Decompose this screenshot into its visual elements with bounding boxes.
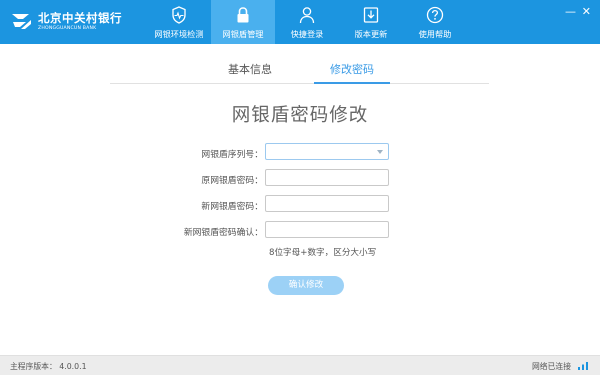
bank-name-en: ZHONGGUANCUN BANK [38,25,97,31]
bank-logo: 北京中关村银行 ZHONGGUANCUN BANK [9,9,122,33]
network-status: 网络已连接 [532,362,571,371]
nav-quick-login-label: 快捷登录 [290,29,324,39]
question-circle-icon [426,6,444,24]
close-button[interactable]: ✕ [582,6,591,18]
confirm-change-button[interactable]: 确认修改 [268,276,344,295]
old-password-label: 原网银盾密码： [201,176,263,186]
nav-help[interactable]: 使用帮助 [403,0,467,44]
tab-bar: 基本信息 修改密码 [110,44,489,84]
new-password-label: 新网银盾密码： [201,202,263,212]
minimize-button[interactable]: — [565,6,576,18]
serial-select[interactable] [265,143,389,160]
active-tab-indicator [314,82,390,84]
password-hint: 8位字母+数字，区分大小写 [269,248,377,258]
chevron-down-icon [377,150,383,154]
bank-name-cn: 北京中关村银行 [38,10,122,25]
lock-icon [237,7,249,23]
version-number: 4.0.0.1 [59,362,87,371]
new-password-field[interactable] [265,195,389,212]
serial-label: 网银盾序列号： [201,150,263,160]
confirm-password-label: 新网银盾密码确认： [183,228,263,238]
shield-pulse-icon [172,6,186,24]
nav-env-check[interactable]: 网银环境检测 [147,0,211,44]
user-icon [299,7,315,24]
signal-icon [578,362,588,370]
nav-shield-manage[interactable]: 网银盾管理 [211,0,275,44]
main-nav: 网银环境检测 网银盾管理 快捷登录 版本更新 使用帮助 [147,0,467,44]
nav-quick-login[interactable]: 快捷登录 [275,0,339,44]
nav-update-label: 版本更新 [354,29,388,39]
version-label: 主程序版本： [10,362,57,371]
form-title: 网银盾密码修改 [231,105,369,126]
version-info: 主程序版本： 4.0.0.1 [10,361,87,372]
old-password-field[interactable] [265,169,389,186]
download-icon [363,7,379,23]
top-bar: 北京中关村银行 ZHONGGUANCUN BANK 网银环境检测 网银盾管理 快… [0,0,600,44]
nav-help-label: 使用帮助 [418,29,452,39]
nav-update[interactable]: 版本更新 [339,0,403,44]
confirm-password-field[interactable] [265,221,389,238]
status-bar: 主程序版本： 4.0.0.1 网络已连接 [0,355,600,375]
tab-basic-info[interactable]: 基本信息 [228,61,272,77]
bank-logo-icon [12,14,31,29]
tab-change-password[interactable]: 修改密码 [330,61,374,77]
nav-shield-manage-label: 网银盾管理 [222,29,264,39]
nav-env-check-label: 网银环境检测 [154,29,204,39]
